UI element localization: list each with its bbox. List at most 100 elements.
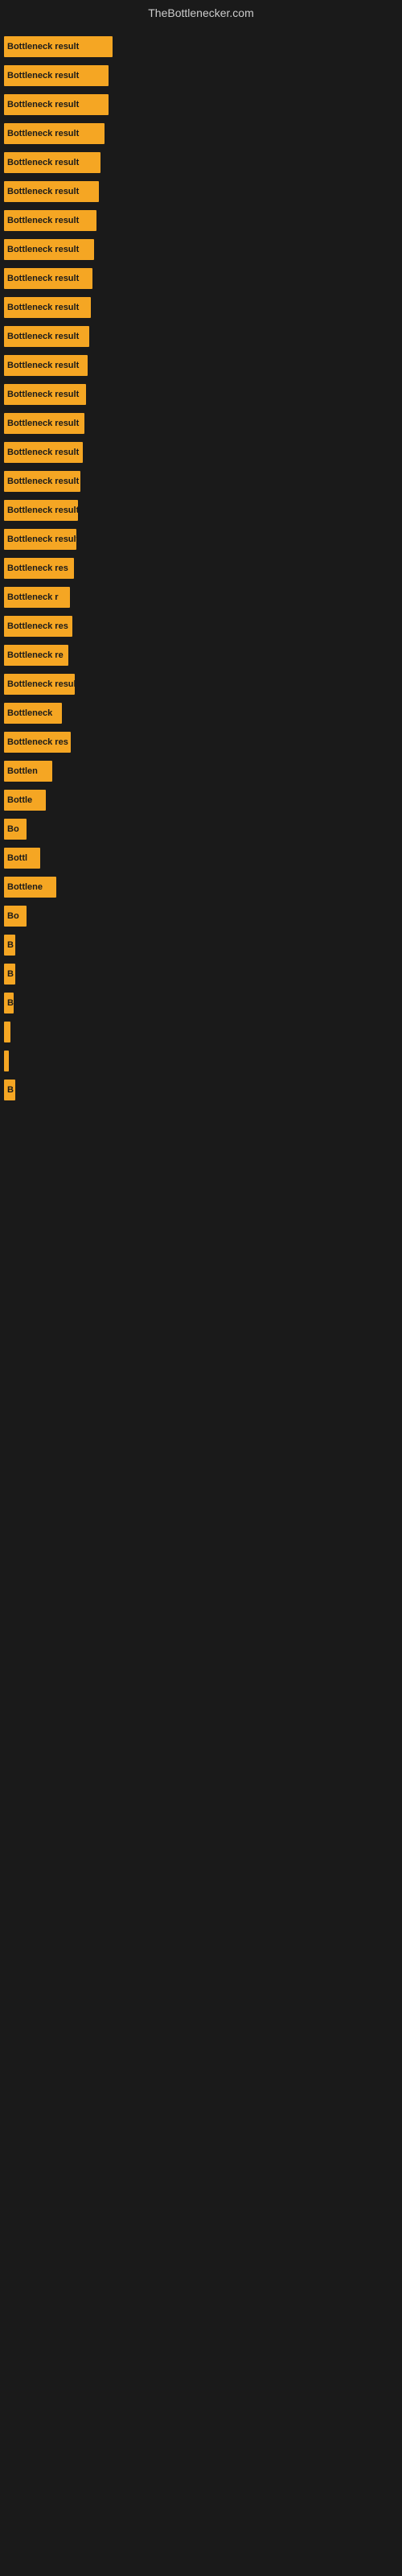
bar-label: Bottleneck result <box>7 71 79 80</box>
bar-label: Bottleneck result <box>7 390 79 399</box>
bar-row: B <box>4 932 398 958</box>
result-bar: Bottleneck res <box>4 732 71 753</box>
bar-label: Bottleneck result <box>7 535 76 544</box>
result-bar: Bottleneck result <box>4 674 75 695</box>
result-bar: Bottleneck result <box>4 384 86 405</box>
result-bar: Bottleneck result <box>4 94 109 115</box>
bar-row: Bottleneck result <box>4 266 398 291</box>
result-bar: Bottleneck r <box>4 587 70 608</box>
bar-row: Bottleneck result <box>4 121 398 147</box>
bar-row: Bottleneck r <box>4 584 398 610</box>
bar-row: Bottle <box>4 787 398 813</box>
result-bar: Bottleneck result <box>4 355 88 376</box>
site-title: TheBottlenecker.com <box>0 0 402 26</box>
result-bar: Bottleneck result <box>4 326 89 347</box>
bar-label: Bottleneck result <box>7 477 79 486</box>
result-bar: B <box>4 993 14 1013</box>
bar-row: Bottleneck res <box>4 555 398 581</box>
result-bar: Bottlene <box>4 877 56 898</box>
bar-row: B <box>4 961 398 987</box>
bar-row: Bo <box>4 816 398 842</box>
bar-row: Bottleneck result <box>4 440 398 465</box>
bar-label: Bottleneck res <box>7 621 68 631</box>
bar-row: Bo <box>4 903 398 929</box>
bar-row: Bottleneck result <box>4 353 398 378</box>
result-bar <box>4 1051 9 1071</box>
result-bar: Bottleneck result <box>4 65 109 86</box>
bar-label: Bottleneck result <box>7 42 79 52</box>
bar-label: B <box>7 969 14 979</box>
bar-label: B <box>7 940 14 950</box>
bar-label: Bottleneck res <box>7 737 68 747</box>
bar-row: B <box>4 1077 398 1103</box>
bar-label: Bottleneck res <box>7 564 68 573</box>
bar-label: Bottleneck result <box>7 216 79 225</box>
bar-row: Bottleneck result <box>4 497 398 523</box>
bar-row: Bottleneck res <box>4 613 398 639</box>
bar-row: Bottleneck result <box>4 34 398 60</box>
bar-label: Bottleneck result <box>7 332 79 341</box>
bar-row: Bottleneck result <box>4 92 398 118</box>
result-bar: Bottleneck result <box>4 181 99 202</box>
bar-label: Bottleneck r <box>7 592 59 602</box>
bar-label: Bottl <box>7 853 27 863</box>
result-bar: B <box>4 935 15 956</box>
bar-label: Bottleneck result <box>7 419 79 428</box>
result-bar: Bottleneck result <box>4 210 96 231</box>
result-bar: B <box>4 1080 15 1100</box>
bar-label: Bottleneck result <box>7 448 79 457</box>
bar-label: B <box>7 1085 14 1095</box>
bar-label: Bottleneck result <box>7 245 79 254</box>
result-bar: Bottlen <box>4 761 52 782</box>
result-bar: Bottleneck result <box>4 471 80 492</box>
result-bar: Bo <box>4 906 27 927</box>
bar-row: Bottleneck result <box>4 324 398 349</box>
bars-container: Bottleneck result Bottleneck result Bottle… <box>0 26 402 1114</box>
bar-row: Bottleneck result <box>4 382 398 407</box>
bar-row: Bottleneck re <box>4 642 398 668</box>
bar-label: Bottleneck result <box>7 361 79 370</box>
bar-label: B <box>7 998 14 1008</box>
bar-label: Bottleneck <box>7 708 52 718</box>
bar-row: Bottleneck result <box>4 469 398 494</box>
bar-label: Bottleneck result <box>7 506 78 515</box>
result-bar: Bottleneck result <box>4 152 100 173</box>
bar-row: Bottl <box>4 845 398 871</box>
bar-row: Bottleneck res <box>4 729 398 755</box>
bar-row: Bottleneck result <box>4 208 398 233</box>
bar-row: Bottleneck result <box>4 526 398 552</box>
bar-row: Bottlen <box>4 758 398 784</box>
result-bar: Bottleneck result <box>4 36 113 57</box>
bar-label: Bo <box>7 911 19 921</box>
result-bar: Bottleneck result <box>4 442 83 463</box>
bar-row: Bottlene <box>4 874 398 900</box>
bar-label: Bottleneck re <box>7 650 64 660</box>
bar-row: Bottleneck result <box>4 295 398 320</box>
bar-label: Bo <box>7 824 19 834</box>
bar-label: Bottleneck result <box>7 303 79 312</box>
bar-row: Bottleneck result <box>4 671 398 697</box>
bar-label: Bottleneck result <box>7 274 79 283</box>
bar-row: Bottleneck result <box>4 179 398 204</box>
result-bar <box>4 1022 10 1042</box>
bar-label: Bottlene <box>7 882 43 892</box>
bar-label: Bottlen <box>7 766 38 776</box>
result-bar: Bottl <box>4 848 40 869</box>
bar-row <box>4 1019 398 1045</box>
result-bar: Bottleneck result <box>4 123 105 144</box>
result-bar: B <box>4 964 15 985</box>
result-bar: Bottleneck result <box>4 268 92 289</box>
bar-row: Bottleneck result <box>4 411 398 436</box>
result-bar: Bottleneck result <box>4 239 94 260</box>
bar-row: B <box>4 990 398 1016</box>
bar-label: Bottleneck result <box>7 100 79 109</box>
bar-row <box>4 1048 398 1074</box>
bar-label: Bottle <box>7 795 32 805</box>
result-bar: Bottleneck result <box>4 500 78 521</box>
bar-row: Bottleneck result <box>4 150 398 175</box>
result-bar: Bottleneck result <box>4 413 84 434</box>
bar-row: Bottleneck result <box>4 237 398 262</box>
result-bar: Bottleneck res <box>4 558 74 579</box>
result-bar: Bottleneck result <box>4 529 76 550</box>
result-bar: Bottleneck res <box>4 616 72 637</box>
